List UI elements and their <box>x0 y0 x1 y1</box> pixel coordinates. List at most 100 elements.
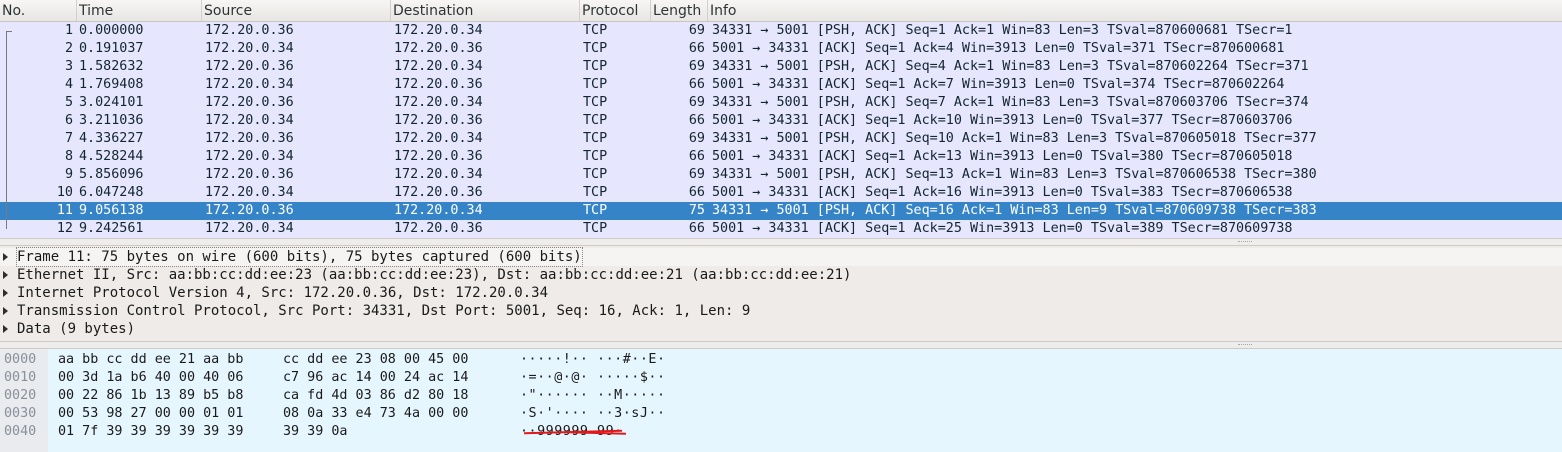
packet-row[interactable]: 3 1.582632 172.20.0.36 172.20.0.34 TCP 69 3433… <box>0 58 1562 76</box>
column-header-protocol[interactable]: Protocol <box>579 0 650 21</box>
packet-cell-dst: 172.20.0.36 <box>394 149 483 164</box>
ascii-bytes[interactable]: ·S·'···· ··3·sJ·· <box>520 405 666 423</box>
bytes-row[interactable]: 0000 aa bb cc dd ee 21 aa bb cc dd ee 23… <box>0 351 1562 369</box>
packet-row[interactable]: 4 1.769408 172.20.0.34 172.20.0.36 TCP 66 5001… <box>0 76 1562 94</box>
packet-cell-proto: TCP <box>583 185 608 200</box>
column-header-time[interactable]: Time <box>76 0 201 21</box>
packet-row[interactable]: 9 5.856096 172.20.0.36 172.20.0.34 TCP 69 3433… <box>0 166 1562 184</box>
packet-cell-src: 172.20.0.34 <box>205 185 294 200</box>
hex-bytes[interactable]: 39 39 0a <box>283 423 348 441</box>
packet-cell-time: 1.582632 <box>79 59 144 74</box>
column-header-destination[interactable]: Destination <box>390 0 579 21</box>
packet-cell-time: 1.769408 <box>79 77 144 92</box>
packet-row[interactable]: 7 4.336227 172.20.0.36 172.20.0.34 TCP 69 3433… <box>0 130 1562 148</box>
detail-row-data[interactable]: Data (9 bytes) <box>0 320 1562 338</box>
packet-cell-dst: 172.20.0.36 <box>394 185 483 200</box>
hex-bytes[interactable]: 00 53 98 27 00 00 01 01 <box>58 405 243 423</box>
ascii-bytes[interactable]: ·····!·· ···#··E· <box>520 351 666 369</box>
bytes-row[interactable]: 0010 00 3d 1a b6 40 00 40 06 c7 96 ac 14… <box>0 369 1562 387</box>
packet-cell-len: 66 <box>688 113 705 128</box>
packet-row[interactable]: 1 0.000000 172.20.0.36 172.20.0.34 TCP 69 3433… <box>0 22 1562 40</box>
packet-cell-dst: 172.20.0.36 <box>394 113 483 128</box>
column-header-length[interactable]: Length <box>650 0 707 21</box>
hex-bytes[interactable]: 00 3d 1a b6 40 00 40 06 <box>58 369 243 387</box>
packet-cell-dst: 172.20.0.34 <box>394 95 483 110</box>
bytes-row[interactable]: 0020 00 22 86 1b 13 89 b5 b8 ca fd 4d 03… <box>0 387 1562 405</box>
hex-bytes[interactable]: 00 22 86 1b 13 89 b5 b8 <box>58 387 243 405</box>
packet-cell-len: 69 <box>688 59 705 74</box>
packet-cell-src: 172.20.0.36 <box>205 23 294 38</box>
packet-cell-dst: 172.20.0.34 <box>394 59 483 74</box>
packet-cell-src: 172.20.0.34 <box>205 41 294 56</box>
column-header-no[interactable]: No. <box>0 0 76 21</box>
packet-cell-dst: 172.20.0.36 <box>394 77 483 92</box>
packet-cell-time: 9.056138 <box>79 203 144 218</box>
expand-arrow-icon[interactable] <box>3 289 8 297</box>
packet-list: 1 0.000000 172.20.0.36 172.20.0.34 TCP 69 3433… <box>0 22 1562 238</box>
packet-cell-len: 66 <box>688 149 705 164</box>
packet-row[interactable]: 12 9.242561 172.20.0.34 172.20.0.36 TCP 66 500… <box>0 220 1562 238</box>
packet-cell-time: 0.191037 <box>79 41 144 56</box>
column-header-info[interactable]: Info <box>707 0 1562 21</box>
packet-cell-proto: TCP <box>583 59 608 74</box>
detail-row-frame[interactable]: Frame 11: 75 bytes on wire (600 bits), 7… <box>0 247 1562 267</box>
bytes-row[interactable]: 0040 01 7f 39 39 39 39 39 39 39 39 0a ··… <box>0 423 1562 441</box>
packet-cell-time: 3.024101 <box>79 95 144 110</box>
splitter-grip[interactable] <box>1238 344 1252 347</box>
packet-row-selected[interactable]: 11 9.056138 172.20.0.36 172.20.0.34 TCP 75 343… <box>0 202 1562 220</box>
packet-cell-no: 4 <box>64 77 73 92</box>
packet-row[interactable]: 8 4.528244 172.20.0.34 172.20.0.36 TCP 66 5001… <box>0 148 1562 166</box>
pane-splitter[interactable] <box>0 238 1562 246</box>
packet-list-header: No. Time Source Destination Protocol Len… <box>0 0 1562 22</box>
expand-arrow-icon[interactable] <box>3 271 8 279</box>
pane-splitter[interactable] <box>0 341 1562 349</box>
detail-row-ip[interactable]: Internet Protocol Version 4, Src: 172.20… <box>0 284 1562 302</box>
packet-cell-len: 69 <box>688 95 705 110</box>
expand-arrow-icon[interactable] <box>3 253 8 261</box>
column-header-source[interactable]: Source <box>201 0 390 21</box>
packet-cell-info: 5001 → 34331 [ACK] Seq=1 Ack=10 Win=3913… <box>712 113 1293 128</box>
packet-cell-no: 3 <box>64 59 73 74</box>
packet-cell-info: 5001 → 34331 [ACK] Seq=1 Ack=4 Win=3913 … <box>712 41 1285 56</box>
detail-label: Internet Protocol Version 4, Src: 172.20… <box>17 285 549 301</box>
packet-cell-src: 172.20.0.36 <box>205 167 294 182</box>
packet-row[interactable]: 2 0.191037 172.20.0.34 172.20.0.36 TCP 66 5001… <box>0 40 1562 58</box>
packet-row[interactable]: 10 6.047248 172.20.0.34 172.20.0.36 TCP 66 500… <box>0 184 1562 202</box>
packet-cell-time: 4.528244 <box>79 149 144 164</box>
packet-cell-src: 172.20.0.34 <box>205 113 294 128</box>
packet-row[interactable]: 5 3.024101 172.20.0.36 172.20.0.34 TCP 69 3433… <box>0 94 1562 112</box>
detail-row-tcp[interactable]: Transmission Control Protocol, Src Port:… <box>0 302 1562 320</box>
packet-cell-no: 11 <box>56 203 73 218</box>
packet-row[interactable]: 6 3.211036 172.20.0.34 172.20.0.36 TCP 66 5001… <box>0 112 1562 130</box>
packet-cell-no: 2 <box>64 41 73 56</box>
hex-bytes[interactable]: ca fd 4d 03 86 d2 80 18 <box>283 387 468 405</box>
packet-cell-len: 69 <box>688 23 705 38</box>
hex-bytes[interactable]: 08 0a 33 e4 73 4a 00 00 <box>283 405 468 423</box>
splitter-grip[interactable] <box>1238 241 1252 244</box>
ascii-bytes[interactable]: ·=··@·@· ·····$·· <box>520 369 666 387</box>
packet-cell-proto: TCP <box>583 113 608 128</box>
detail-row-ethernet[interactable]: Ethernet II, Src: aa:bb:cc:dd:ee:23 (aa:… <box>0 266 1562 284</box>
packet-cell-dst: 172.20.0.34 <box>394 23 483 38</box>
ascii-bytes[interactable]: ·"······ ··M····· <box>520 387 666 405</box>
hex-bytes[interactable]: c7 96 ac 14 00 24 ac 14 <box>283 369 468 387</box>
packet-cell-src: 172.20.0.36 <box>205 59 294 74</box>
packet-cell-proto: TCP <box>583 221 608 236</box>
byte-offset: 0040 <box>4 424 37 439</box>
bytes-row[interactable]: 0030 00 53 98 27 00 00 01 01 08 0a 33 e4… <box>0 405 1562 423</box>
packet-cell-no: 5 <box>64 95 73 110</box>
wireshark-window: No. Time Source Destination Protocol Len… <box>0 0 1562 452</box>
hex-bytes[interactable]: cc dd ee 23 08 00 45 00 <box>283 351 468 369</box>
hex-bytes[interactable]: aa bb cc dd ee 21 aa bb <box>58 351 243 369</box>
expand-arrow-icon[interactable] <box>3 325 8 333</box>
packet-cell-proto: TCP <box>583 95 608 110</box>
expand-arrow-icon[interactable] <box>3 307 8 315</box>
packet-cell-time: 5.856096 <box>79 167 144 182</box>
detail-label: Ethernet II, Src: aa:bb:cc:dd:ee:23 (aa:… <box>17 267 852 283</box>
packet-cell-proto: TCP <box>583 41 608 56</box>
packet-bytes-pane: 0000 aa bb cc dd ee 21 aa bb cc dd ee 23… <box>0 349 1562 452</box>
packet-cell-dst: 172.20.0.34 <box>394 131 483 146</box>
packet-cell-no: 6 <box>64 113 73 128</box>
hex-bytes[interactable]: 01 7f 39 39 39 39 39 39 <box>58 423 243 441</box>
byte-offset: 0020 <box>4 388 37 403</box>
